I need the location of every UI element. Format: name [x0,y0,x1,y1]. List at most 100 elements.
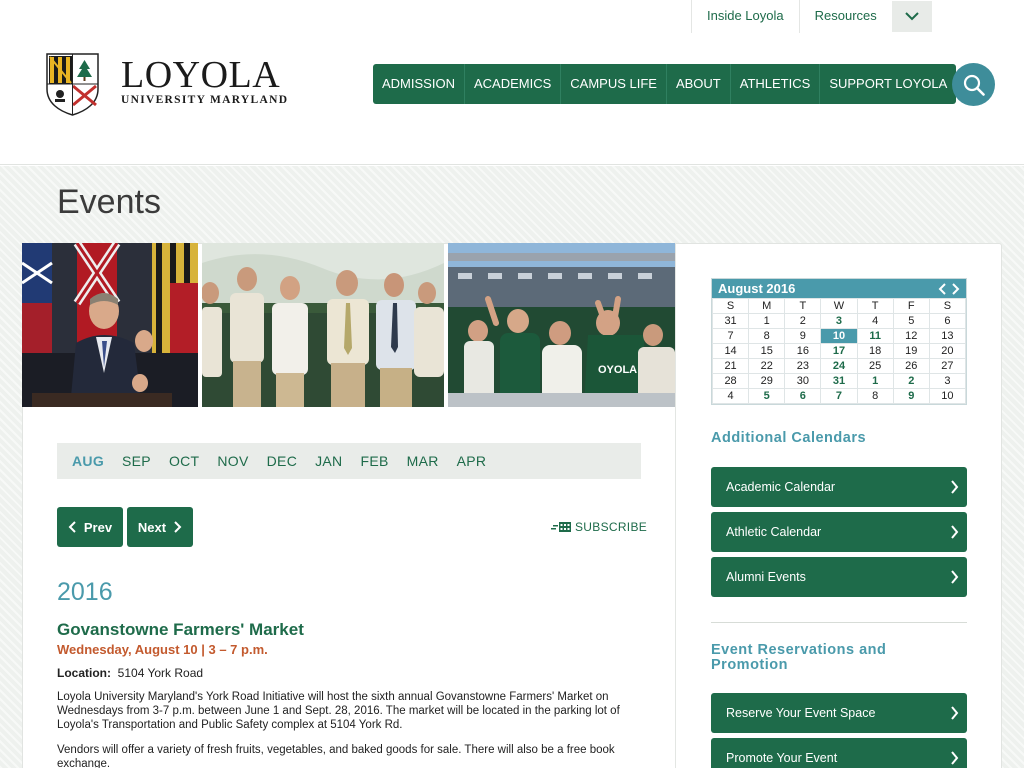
event-title-link[interactable]: Govanstowne Farmers' Market [57,620,304,640]
calendar-week-row: 14 15 16 17 18 19 20 [711,343,967,359]
main-nav: ADMISSION ACADEMICS CAMPUS LIFE ABOUT AT… [373,64,957,104]
site-header: Inside Loyola Resources LOYOLA UNIVERSIT… [0,0,1024,165]
month-tab-jan[interactable]: JAN [306,443,351,479]
calendar-day: 6 [928,313,967,329]
calendar-day: 26 [892,358,930,374]
calendar-feed-icon [551,522,571,532]
event-date: Wednesday, August 10 | 3 – 7 p.m. [57,642,268,657]
calendar-day-with-events[interactable]: 7 [820,388,858,404]
calendar-day-with-events[interactable]: 6 [784,388,822,404]
alumni-events-label: Alumni Events [726,570,806,584]
calendar-weekday: T [856,298,894,314]
promote-event-button[interactable]: Promote Your Event [711,738,967,768]
calendar-day: 27 [928,358,967,374]
event-reservations-heading: Event Reservations and Promotion [711,642,887,673]
chevron-down-icon [905,12,919,21]
calendar-prev-month-icon[interactable] [938,282,947,295]
sidebar-divider [675,243,676,768]
inside-loyola-link[interactable]: Inside Loyola [692,0,799,33]
search-button[interactable] [952,63,995,106]
athletic-calendar-button[interactable]: Athletic Calendar [711,512,967,552]
month-tab-sep[interactable]: SEP [113,443,160,479]
additional-calendars-heading: Additional Calendars [711,430,867,446]
nav-athletics[interactable]: ATHLETICS [731,64,821,104]
calendar-day-with-events[interactable]: 2 [892,373,930,389]
calendar-week-row: 21 22 23 24 25 26 27 [711,358,967,374]
calendar-day-with-events[interactable]: 24 [820,358,858,374]
event-description-continued: Vendors will offer a variety of fresh fr… [57,744,615,768]
calendar-day: 5 [892,313,930,329]
calendar-header: August 2016 [712,279,966,298]
calendar-day-today[interactable]: 10 [820,328,858,344]
month-tab-feb[interactable]: FEB [351,443,397,479]
nav-support-loyola[interactable]: SUPPORT LOYOLA [820,64,956,104]
calendar-grid: SMTWTFS 31 1 2 3 4 5 6 7 8 9 10 11 12 13 14 15 16 17 18 19 2… [711,298,967,404]
calendar-week-row: 4 5 6 7 8 9 10 [711,388,967,404]
university-shield-logo[interactable] [46,53,99,116]
calendar-day-with-events[interactable]: 1 [856,373,894,389]
calendar-day: 16 [784,343,822,359]
calendar-day: 3 [928,373,967,389]
calendar-day: 2 [784,313,822,329]
calendar-day-with-events[interactable]: 17 [820,343,858,359]
prev-button[interactable]: Prev [57,507,123,547]
calendar-day: 23 [784,358,822,374]
nav-admission[interactable]: ADMISSION [373,64,465,104]
prev-label: Prev [83,519,113,535]
calendar-day: 8 [748,328,786,344]
calendar-day: 12 [892,328,930,344]
calendar-day: 1 [748,313,786,329]
calendar-next-month-icon[interactable] [951,282,960,295]
logo-name: LOYOLA [121,54,281,96]
calendar-day: 22 [748,358,786,374]
next-label: Next [137,519,167,535]
calendar-weekday: S [711,298,750,314]
alumni-events-button[interactable]: Alumni Events [711,557,967,597]
banner-photo-speaker [22,243,198,407]
calendar-day: 10 [928,388,967,404]
month-tab-oct[interactable]: OCT [160,443,208,479]
month-tab-dec[interactable]: DEC [258,443,306,479]
event-description: Loyola University Maryland's York Road I… [57,691,620,731]
month-tab-apr[interactable]: APR [448,443,496,479]
utility-nav: Inside Loyola Resources [691,0,932,33]
month-tab-aug[interactable]: AUG [63,443,113,479]
subscribe-link[interactable]: SUBSCRIBE [551,520,647,534]
calendar-day: 15 [748,343,786,359]
calendar-day: 4 [711,388,750,404]
month-tab-nov[interactable]: NOV [208,443,257,479]
calendar-day: 31 [711,313,750,329]
location-label: Location: [57,666,111,680]
resources-dropdown-button[interactable] [891,1,932,32]
calendar-day-with-events[interactable]: 31 [820,373,858,389]
calendar-day-with-events[interactable]: 5 [748,388,786,404]
calendar-day: 20 [928,343,967,359]
logo-wordmark[interactable]: LOYOLA UNIVERSITY MARYLAND [121,56,288,106]
calendar-week-row: 31 1 2 3 4 5 6 [711,313,967,329]
calendar-day: 25 [856,358,894,374]
calendar-week-row: 7 8 9 10 11 12 13 [711,328,967,344]
calendar-month-label: August 2016 [718,281,796,296]
calendar-day-with-events[interactable]: 3 [820,313,858,329]
nav-campus-life[interactable]: CAMPUS LIFE [561,64,667,104]
resources-link[interactable]: Resources [800,0,892,33]
calendar-day-with-events[interactable]: 11 [856,328,894,344]
nav-about[interactable]: ABOUT [667,64,731,104]
calendar-day: 13 [928,328,967,344]
athletic-calendar-label: Athletic Calendar [726,525,822,539]
nav-academics[interactable]: ACADEMICS [465,64,562,104]
academic-calendar-button[interactable]: Academic Calendar [711,467,967,507]
event-location: Location: 5104 York Road [57,666,203,680]
calendar-day: 28 [711,373,750,389]
calendar-day: 9 [784,328,822,344]
next-button[interactable]: Next [127,507,193,547]
calendar-day: 29 [748,373,786,389]
page-title: Events [57,183,161,221]
chevron-right-icon [951,570,959,584]
calendar-weekday: W [820,298,858,314]
month-tab-mar[interactable]: MAR [398,443,448,479]
calendar-day-with-events[interactable]: 9 [892,388,930,404]
reserve-event-space-button[interactable]: Reserve Your Event Space [711,693,967,733]
calendar-weekday: F [892,298,930,314]
location-value: 5104 York Road [117,666,204,680]
